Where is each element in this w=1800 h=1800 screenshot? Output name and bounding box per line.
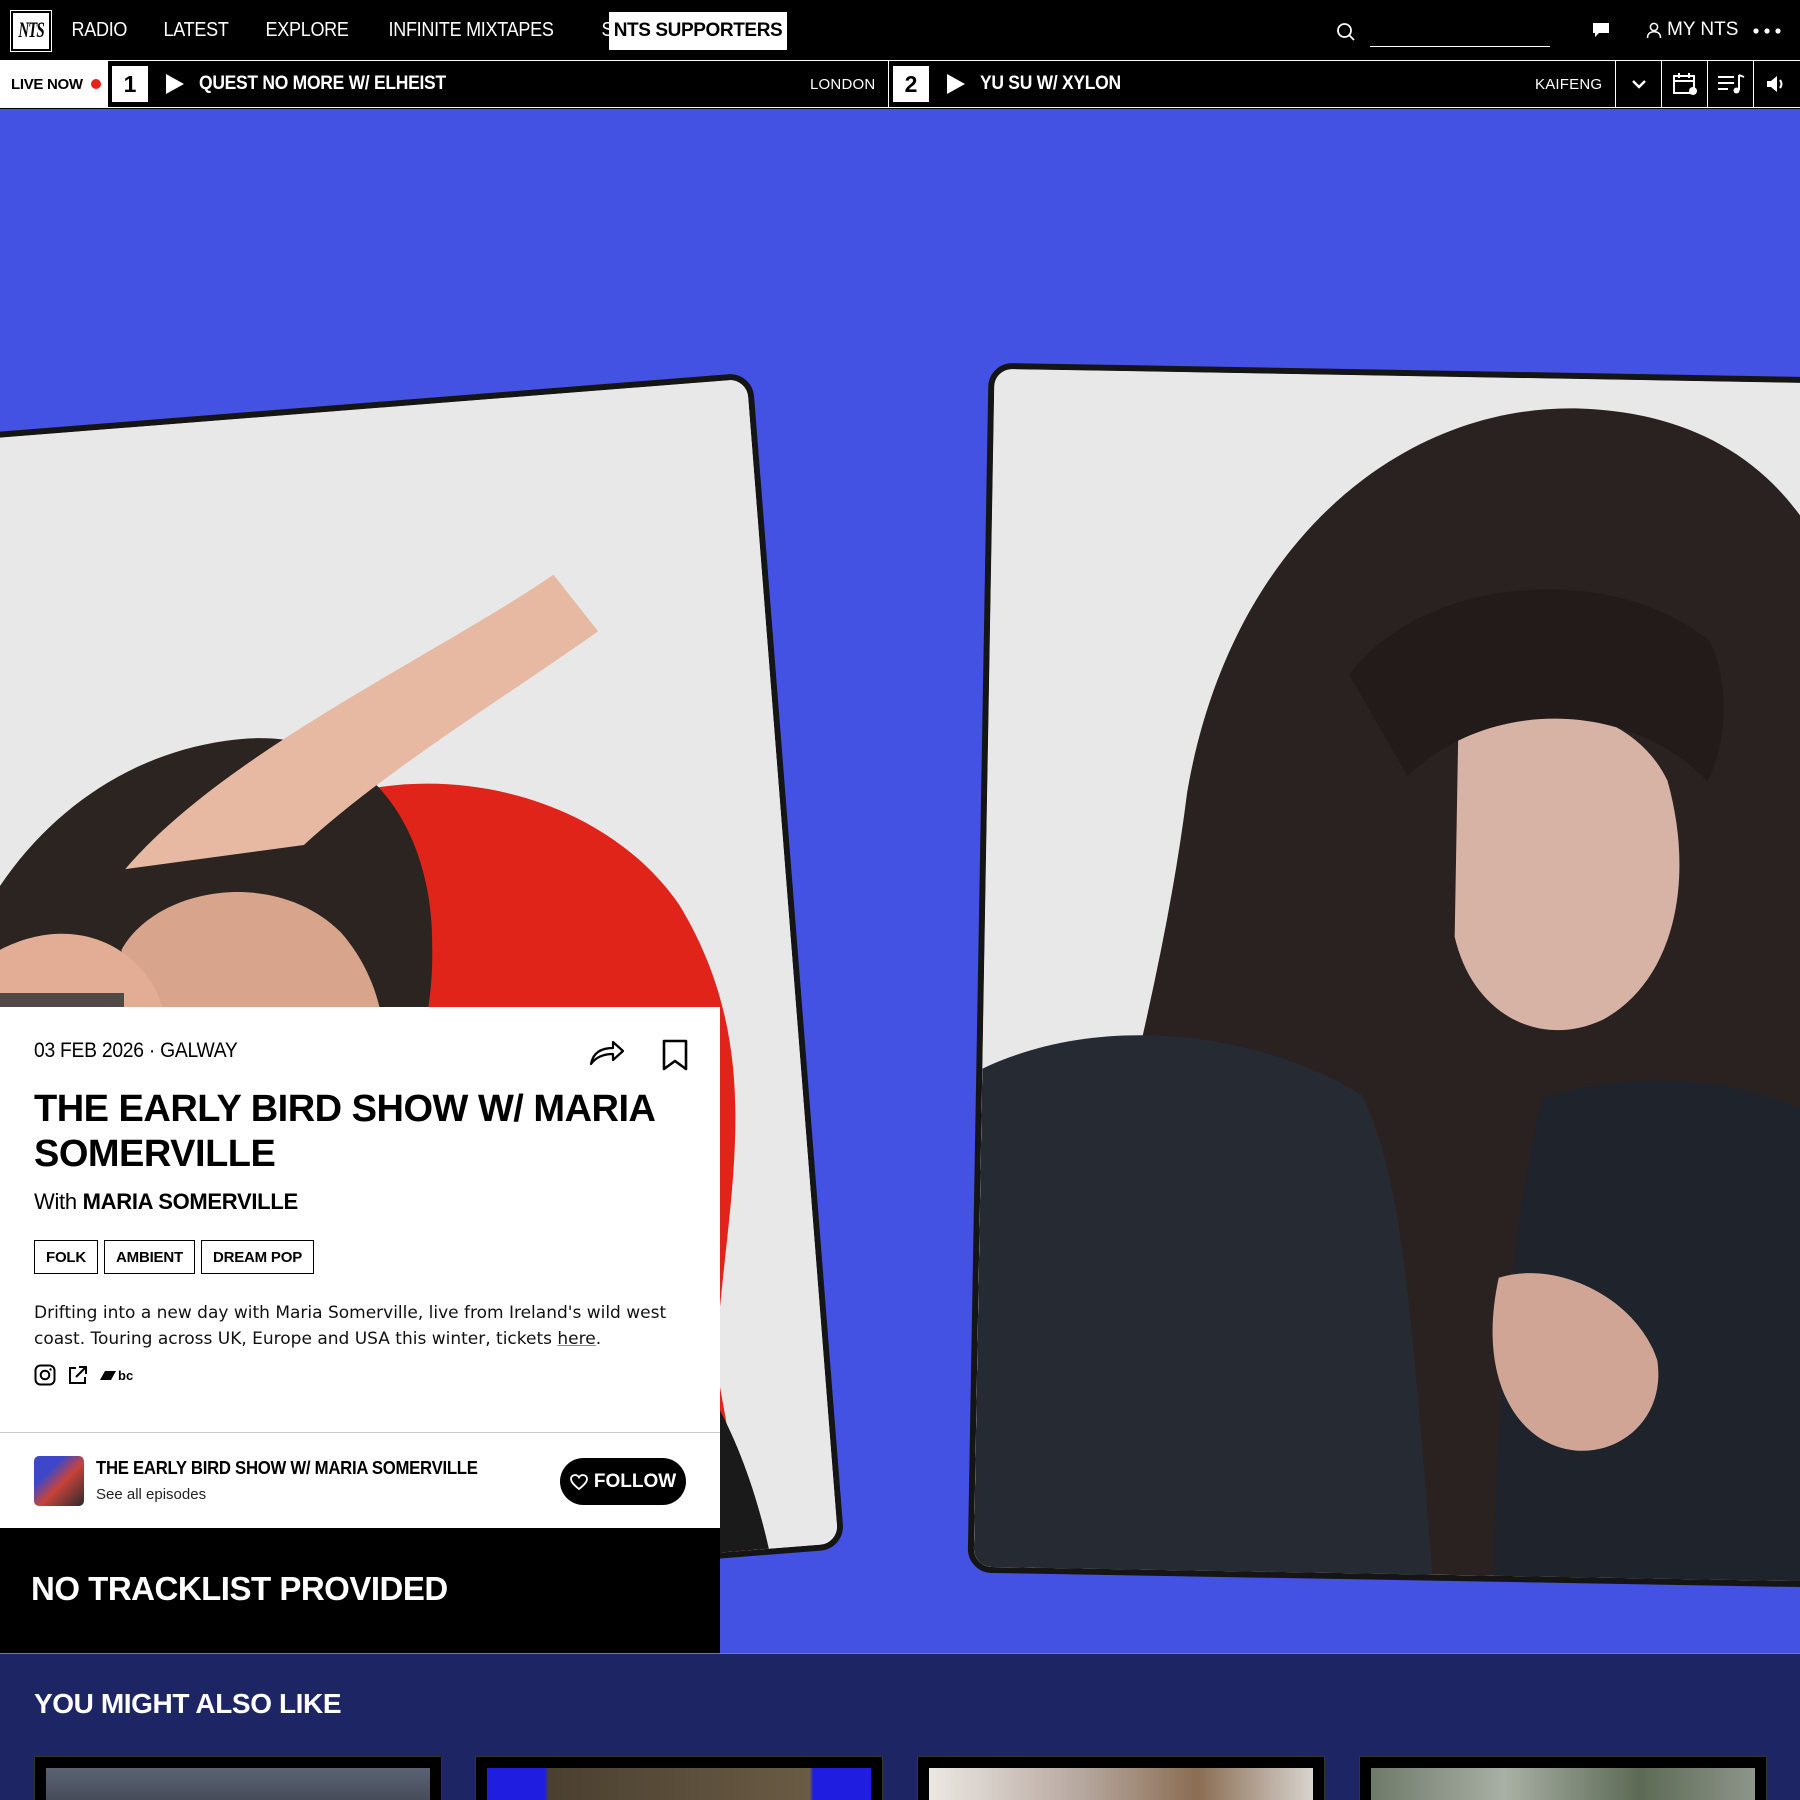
channel-2[interactable]: 2 YU SU W/ XYLON xyxy=(893,61,1133,107)
search-icon[interactable] xyxy=(1336,22,1356,42)
recommendation-card[interactable] xyxy=(475,1756,883,1800)
tracklist-heading: NO TRACKLIST PROVIDED xyxy=(31,1570,448,1607)
recommendation-image xyxy=(487,1768,871,1800)
user-icon xyxy=(1646,22,1662,38)
follow-label: FOLLOW xyxy=(593,1470,677,1492)
divider xyxy=(888,61,889,107)
live-now-label: LIVE NOW xyxy=(11,75,83,93)
channel-1[interactable]: 1 QUEST NO MORE W/ ELHEIST xyxy=(112,61,467,107)
nav-explore[interactable]: EXPLORE xyxy=(252,19,362,42)
search-input[interactable] xyxy=(1370,20,1550,47)
play-icon[interactable] xyxy=(165,73,185,95)
episode-meta: 03 FEB 2026 · GALWAY xyxy=(34,1039,238,1063)
bandcamp-link[interactable]: bc xyxy=(100,1368,133,1383)
episode-date: 03 FEB 2026 xyxy=(34,1039,144,1062)
heart-icon xyxy=(569,1473,588,1490)
episode-title: THE EARLY BIRD SHOW W/ MARIA SOMERVILLE xyxy=(34,1088,655,1175)
schedule-button[interactable] xyxy=(1661,61,1707,107)
show-title[interactable]: THE EARLY BIRD SHOW W/ MARIA SOMERVILLE xyxy=(96,1458,478,1479)
nts-supporters-button[interactable]: NTS SUPPORTERS xyxy=(609,12,787,50)
external-link-icon[interactable] xyxy=(68,1365,88,1385)
my-nts-label: MY NTS xyxy=(1667,19,1739,40)
recommendation-card[interactable] xyxy=(34,1756,442,1800)
live-dot-icon xyxy=(90,79,101,89)
playlist-icon xyxy=(1717,74,1744,94)
recommendations-section: YOU MIGHT ALSO LIKE xyxy=(0,1653,1800,1800)
artist-photo-right xyxy=(967,362,1800,1590)
episode-location: GALWAY xyxy=(160,1039,238,1062)
recommendation-image xyxy=(1371,1768,1755,1800)
nav-links: RADIO LATEST EXPLORE INFINITE MIXTAPES S… xyxy=(58,0,673,60)
channel-title: YU SU W/ XYLON xyxy=(980,73,1121,94)
host-name[interactable]: MARIA SOMERVILLE xyxy=(83,1189,299,1214)
follow-button[interactable]: FOLLOW xyxy=(560,1458,686,1505)
volume-icon xyxy=(1766,76,1782,92)
bookmark-icon[interactable] xyxy=(662,1039,688,1071)
nav-radio[interactable]: RADIO xyxy=(58,19,141,42)
bandcamp-label: bc xyxy=(118,1367,134,1383)
recommendation-image xyxy=(46,1768,430,1800)
recommendation-card[interactable] xyxy=(1359,1756,1767,1800)
meta-separator: · xyxy=(148,1039,161,1062)
channel-location: KAIFENG xyxy=(1535,76,1603,93)
search xyxy=(1336,20,1550,48)
recommendation-image xyxy=(929,1768,1313,1800)
nav-latest[interactable]: LATEST xyxy=(150,19,242,42)
expand-button[interactable] xyxy=(1615,61,1661,107)
chevron-down-icon xyxy=(1631,80,1646,89)
nav-infinite-mixtapes[interactable]: INFINITE MIXTAPES xyxy=(375,19,567,42)
nts-logo[interactable]: NTS xyxy=(10,10,52,52)
bandcamp-icon xyxy=(100,1370,116,1380)
top-navigation: NTS RADIO LATEST EXPLORE INFINITE MIXTAP… xyxy=(0,0,1800,60)
episode-info-card: 03 FEB 2026 · GALWAY THE EARLY BIRD SHOW… xyxy=(0,1007,720,1432)
genre-tag[interactable]: FOLK xyxy=(34,1240,99,1274)
chat-icon[interactable] xyxy=(1592,22,1610,38)
social-links: bc xyxy=(34,1364,133,1386)
episode-host: With MARIA SOMERVILLE xyxy=(34,1189,298,1215)
description-end: . xyxy=(595,1329,602,1349)
episode-description: Drifting into a new day with Maria Somer… xyxy=(34,1300,694,1352)
show-summary-row[interactable]: THE EARLY BIRD SHOW W/ MARIA SOMERVILLE … xyxy=(0,1432,720,1528)
genre-tag[interactable]: AMBIENT xyxy=(104,1240,195,1274)
with-prefix: With xyxy=(34,1189,77,1214)
live-now-badge: LIVE NOW xyxy=(0,61,108,107)
channel-title: QUEST NO MORE W/ ELHEIST xyxy=(199,73,446,94)
photo-illustration xyxy=(973,368,1800,1590)
share-icon[interactable] xyxy=(589,1039,625,1067)
playlist-button[interactable] xyxy=(1707,61,1753,107)
play-icon[interactable] xyxy=(946,73,966,95)
show-thumbnail[interactable] xyxy=(34,1456,84,1506)
my-nts-button[interactable]: MY NTS xyxy=(1646,16,1738,44)
tracklist-section: NO TRACKLIST PROVIDED xyxy=(0,1528,720,1653)
volume-button[interactable] xyxy=(1753,61,1799,107)
more-icon[interactable] xyxy=(1753,28,1781,34)
channel-location: LONDON xyxy=(810,76,876,93)
see-all-episodes-link[interactable]: See all episodes xyxy=(96,1486,206,1503)
recommendation-card[interactable] xyxy=(917,1756,1325,1800)
calendar-icon xyxy=(1672,73,1697,95)
live-bar: LIVE NOW 1 QUEST NO MORE W/ ELHEIST LOND… xyxy=(0,60,1800,108)
channel-number: 1 xyxy=(112,66,148,102)
recommendations-heading: YOU MIGHT ALSO LIKE xyxy=(34,1688,342,1719)
tickets-link[interactable]: here xyxy=(557,1329,595,1349)
channel-number: 2 xyxy=(893,66,929,102)
genre-tags: FOLK AMBIENT DREAM POP xyxy=(34,1240,315,1274)
instagram-icon[interactable] xyxy=(34,1364,56,1386)
genre-tag[interactable]: DREAM POP xyxy=(200,1240,315,1274)
